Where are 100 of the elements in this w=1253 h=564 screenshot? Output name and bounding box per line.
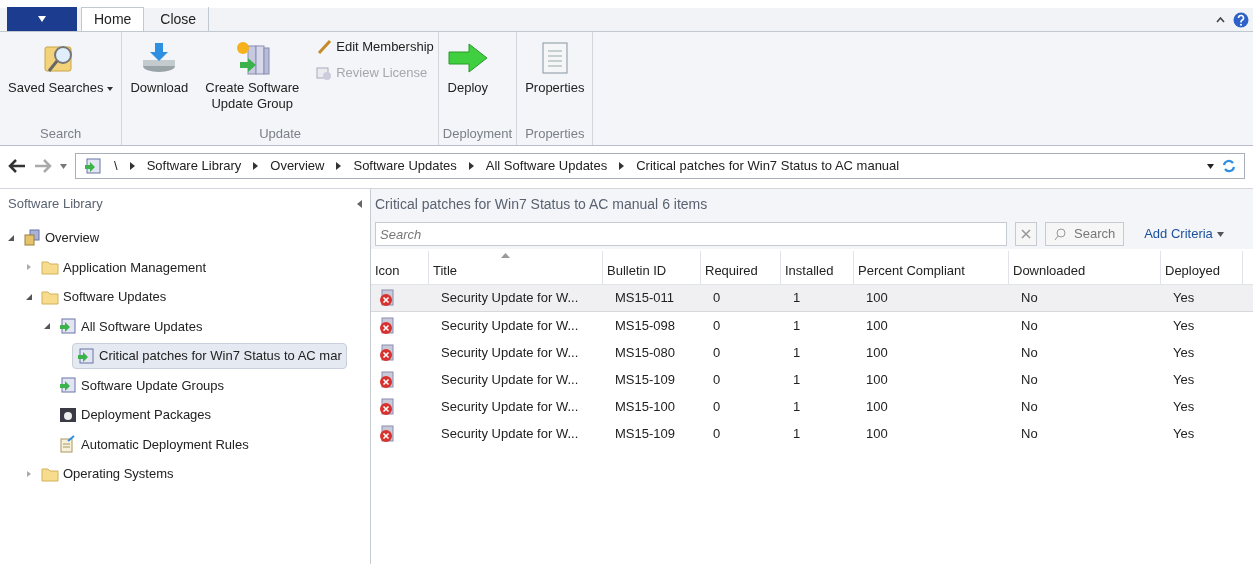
pane-title: Software Library [8,195,103,214]
table-row[interactable]: Security Update for W... MS15-098 0 1 100 No Yes [371,312,1253,339]
history-caret-icon[interactable] [60,163,67,169]
column-header[interactable]: Bulletin ID [603,251,701,284]
update-list-icon [59,376,77,395]
table-cell-text: 1 [792,424,802,443]
table-cell-text: MS15-109 [614,424,676,443]
table-cell-text: Security Update for W... [440,424,580,443]
add-criteria-link[interactable]: Add Criteria [1144,224,1224,244]
table-row[interactable]: Security Update for W... MS15-109 0 1 100 No Yes [371,366,1253,393]
tree-item[interactable]: Application Management [36,254,212,281]
table-row[interactable]: Security Update for W... MS15-109 0 1 100 No Yes [371,420,1253,447]
ribbon-tab[interactable]: Close [148,7,210,31]
sort-arrow-icon [501,253,510,258]
chevron-right-icon [619,162,625,170]
help-icon[interactable] [1233,11,1249,28]
table-cell-text: 0 [712,370,722,389]
table-cell-text: 1 [792,289,802,308]
table-cell-text: MS15-011 [614,289,675,308]
pencil-icon [316,39,333,55]
table-cell-text: Security Update for W... [440,397,580,416]
collapse-pane-icon[interactable] [357,200,362,208]
table-cell-text: 1 [792,370,802,389]
arrow-right-icon [446,42,489,74]
ribbon-group-label: Properties [524,125,586,143]
ribbon-group-label: Update [258,125,303,143]
table-cell-text: 0 [712,343,722,362]
chevron-right-icon [336,162,342,170]
table-cell-text: Security Update for W... [440,316,580,335]
ribbon-button[interactable]: Create Software Update Group [196,36,309,123]
column-header[interactable]: Downloaded [1009,251,1161,284]
dropdown-caret-icon[interactable] [1207,163,1214,169]
table-cell-text: Security Update for W... [440,343,580,362]
table-cell-text: No [1020,343,1039,362]
table-cell-text: No [1020,397,1039,416]
collapse-arrow-icon[interactable] [43,322,51,331]
ribbon-small-button[interactable]: Edit Membership [316,36,434,58]
table-cell-text: Yes [1172,343,1196,362]
breadcrumb-link[interactable]: Overview [270,156,325,176]
license-icon [316,65,333,81]
rules-icon [59,435,77,454]
update-list-icon [59,317,77,336]
ribbon-group-label: Search [39,125,83,143]
ribbon-tab[interactable]: Home [81,7,145,31]
tree-item[interactable]: All Software Updates [54,313,208,340]
collapse-arrow-icon[interactable] [25,292,33,301]
collapse-arrow-icon[interactable] [7,233,15,242]
tree-item[interactable]: Overview [18,224,105,251]
breadcrumb-link[interactable]: Critical patches for Win7 Status to AC manual [636,156,900,176]
breadcrumb-link[interactable]: Software Library [146,156,242,176]
ribbon-button[interactable]: Properties [521,36,589,123]
table-cell-text: Yes [1172,397,1196,416]
table-row[interactable]: Security Update for W... MS15-011 0 1 100 No Yes [371,285,1253,312]
tree-item[interactable]: Automatic Deployment Rules [54,431,254,458]
column-header[interactable]: Installed [781,251,854,284]
column-header[interactable]: Percent Compliant [854,251,1009,284]
chevron-right-icon [253,162,259,170]
table-cell-text: 1 [792,316,802,335]
breadcrumb-link[interactable]: Software Updates [353,156,457,176]
search-button[interactable]: Search [1045,222,1125,246]
table-row[interactable]: Security Update for W... MS15-100 0 1 100 No Yes [371,393,1253,420]
table-cell-text: 0 [712,397,722,416]
ribbon-button[interactable]: Deploy [442,36,493,123]
close-icon [1021,229,1031,239]
ribbon-button[interactable]: Saved Searches [4,36,118,123]
caret-icon [38,16,46,22]
ribbon-button[interactable]: Download [126,36,193,123]
table-row[interactable]: Security Update for W... MS15-080 0 1 100 No Yes [371,339,1253,366]
list-title: Critical patches for Win7 Status to AC manual 6 items [375,194,708,214]
tree-item[interactable]: Operating Systems [36,460,179,487]
refresh-icon[interactable] [1222,159,1236,173]
folder-icon [41,465,59,482]
column-header[interactable]: Deployed [1161,251,1243,284]
column-header[interactable]: Required [701,251,781,284]
table-cell-text: 0 [712,289,722,308]
table-cell-text: 0 [712,424,722,443]
table-cell-text: 100 [865,343,889,362]
breadcrumb-link[interactable]: All Software Updates [485,156,608,176]
update-list-icon [84,157,102,175]
table-cell-text: Yes [1172,316,1196,335]
clear-search-button[interactable] [1015,222,1037,246]
chevron-right-icon [129,162,135,170]
back-icon[interactable] [8,159,26,173]
breadcrumb-link[interactable]: \ [114,156,118,176]
error-update-icon [379,370,395,389]
table-cell-text: 0 [712,316,722,335]
ribbon-group-label: Deployment [442,125,513,143]
table-cell-text: 100 [865,424,889,443]
table-cell-text: 100 [865,316,889,335]
table-cell-text: No [1020,424,1039,443]
collapse-ribbon-icon[interactable] [1216,16,1225,23]
tree-item[interactable]: Software Updates [36,283,172,310]
tree-item[interactable]: Deployment Packages [54,401,217,428]
chevron-right-icon [468,162,474,170]
search-field[interactable]: Search [375,222,1007,246]
table-cell-text: MS15-109 [614,370,676,389]
tree-item[interactable]: Software Update Groups [54,372,230,399]
column-header[interactable]: Title [429,251,603,284]
column-header[interactable]: Icon [371,251,429,284]
tree-item[interactable]: Critical patches for Win7 Status to AC mar [72,342,347,369]
